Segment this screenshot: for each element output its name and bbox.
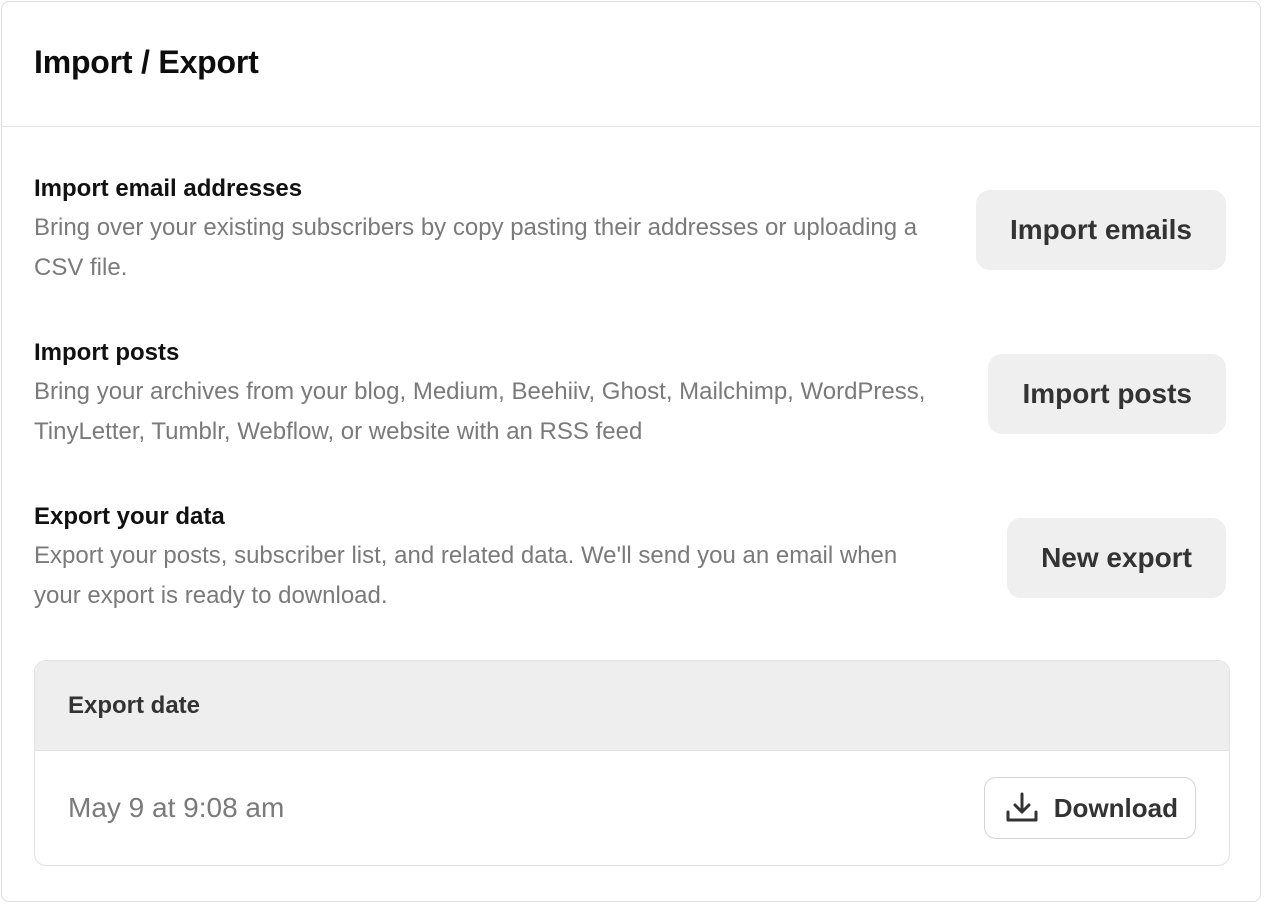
import-posts-description: Bring your archives from your blog, Medi… [34,378,926,445]
new-export-button[interactable]: New export [1007,518,1226,598]
exports-table-header: Export date [35,661,1229,751]
exports-table: Export date May 9 at 9:08 am Download [34,660,1230,866]
export-data-title: Export your data [34,503,225,530]
import-emails-button[interactable]: Import emails [975,190,1226,270]
import-export-card: Import / Export Import email addresses B… [1,1,1261,902]
import-posts-title: Import posts [34,339,180,366]
page-title: Import / Export [34,43,259,80]
export-date-value: May 9 at 9:08 am [68,792,285,823]
card-header: Import / Export [2,2,1260,127]
import-emails-title: Import email addresses [34,175,303,202]
import-emails-text: Import email addresses Bring over your e… [34,174,934,288]
export-data-text: Export your data Export your posts, subs… [34,502,934,616]
import-emails-description: Bring over your existing subscribers by … [34,214,918,281]
download-icon [1004,790,1040,826]
table-row: May 9 at 9:08 am Download [35,751,1229,865]
download-button-label: Download [1053,792,1178,823]
import-emails-section: Import email addresses Bring over your e… [34,174,1226,288]
download-button[interactable]: Download [983,777,1196,839]
import-posts-text: Import posts Bring your archives from yo… [34,338,934,452]
import-posts-section: Import posts Bring your archives from yo… [34,338,1226,452]
export-data-section: Export your data Export your posts, subs… [34,502,1226,616]
export-data-description: Export your posts, subscriber list, and … [34,542,898,609]
export-date-column-header: Export date [68,691,201,719]
import-posts-button[interactable]: Import posts [988,354,1226,434]
